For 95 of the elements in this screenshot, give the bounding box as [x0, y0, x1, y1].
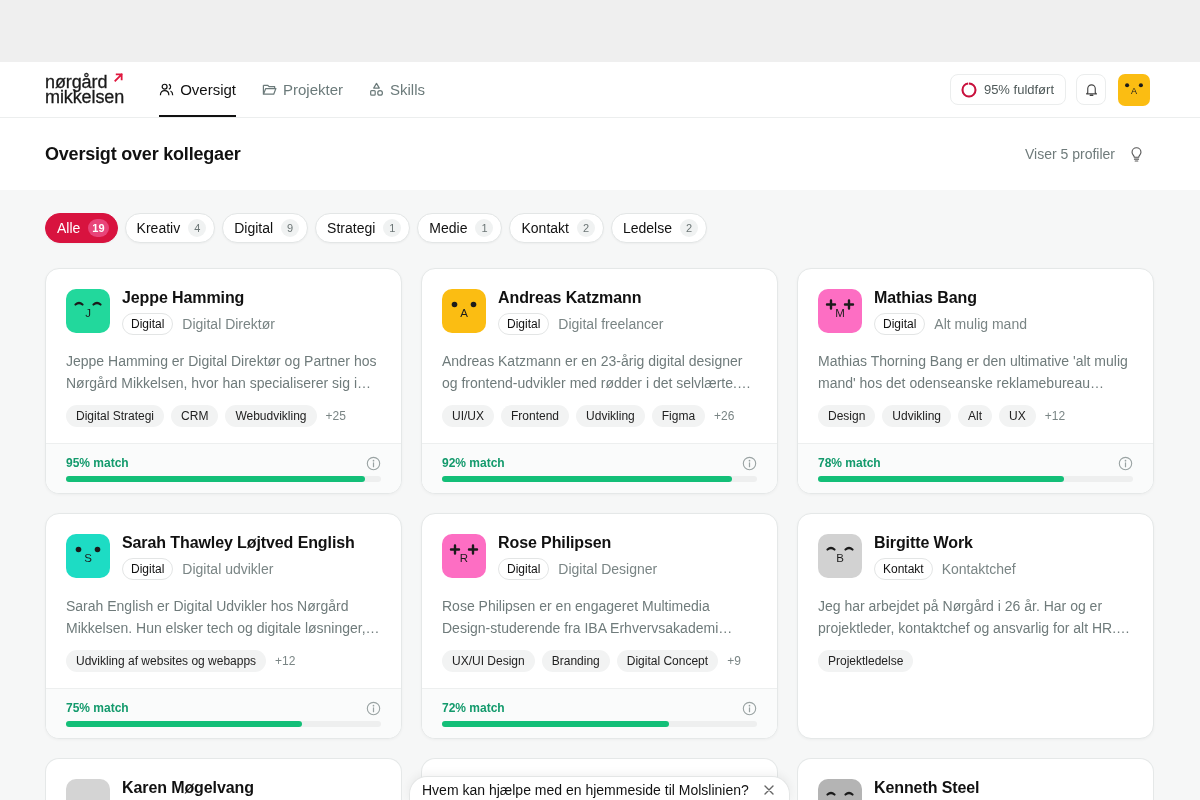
match-score: 75% match — [66, 701, 129, 715]
role-text: Digital udvikler — [182, 561, 274, 577]
profile-card[interactable]: R Rose Philipsen Digital Digital Designer Rose Philipsen er en engageret Multimedia Design-studerende fra IBA Erhvervsakademi… UX/UI Design Branding Digital Concept +9 72% match — [421, 513, 778, 739]
count-badge: 2 — [680, 219, 698, 237]
close-icon — [764, 785, 774, 795]
more-count: +12 — [275, 654, 296, 668]
arrow-icon — [114, 73, 124, 82]
bell-icon — [1083, 82, 1099, 97]
profile-bio: Mathias Thorning Bang er den ultimative 'alt mulig mand' hos det odenseanske reklamebureau… — [818, 352, 1129, 393]
match-score: 92% match — [442, 456, 505, 470]
profile-name: Rose Philipsen — [498, 534, 613, 552]
avatar: B — [818, 534, 862, 578]
role-text: Alt mulig mand — [934, 316, 1027, 332]
info-icon[interactable] — [366, 700, 381, 716]
filter-chip[interactable]: Strategi 1 — [315, 213, 411, 243]
avatar: S — [66, 534, 110, 578]
profile-name: Kenneth Steel — [874, 779, 980, 797]
role-text: Digital Direktør — [182, 316, 275, 332]
profile-name: Birgitte Work — [874, 534, 974, 552]
skill-tag: Digital Strategi — [66, 405, 165, 427]
notifications-button[interactable] — [1076, 74, 1106, 105]
profile-name: Sarah Thawley Løjtved English — [122, 534, 355, 552]
profile-bio: Andreas Katzmann er en 23-årig digital designer og frontend-udvikler med rødder i det selvlærte.… — [442, 352, 752, 393]
more-count: +25 — [325, 409, 346, 423]
avatar: M — [818, 289, 862, 333]
profile-name: Jeppe Hamming — [122, 289, 246, 307]
skill-tag: Alt — [958, 405, 993, 427]
profile-name: Andreas Katzmann — [498, 289, 643, 307]
profile-count: Viser 5 profiler — [1025, 146, 1115, 162]
filter-chip[interactable]: Alle 19 — [45, 213, 118, 243]
skill-tag: Webudvikling — [225, 405, 317, 427]
match-score: 95% match — [66, 456, 129, 470]
profile-card[interactable]: B Birgitte Work Kontakt Kontaktchef Jeg har arbejdet på Nørgård i 26 år. Har og er projektleder, kontaktchef og ansvarlig for alt HR.… Projektledelse — [797, 513, 1154, 739]
skill-tag: Design — [818, 405, 876, 427]
avatar: A — [442, 289, 486, 333]
match-score: 78% match — [818, 456, 881, 470]
skill-tag: Udvikling — [882, 405, 952, 427]
skill-tag: UX/UI Design — [442, 650, 535, 672]
skill-tag: Udvikling — [576, 405, 645, 427]
count-badge: 1 — [383, 219, 402, 237]
profile-bio: Sarah English er Digital Udvikler hos Nørgård Mikkelsen. Hun elsker tech og digitale løsninger,… — [66, 597, 381, 638]
filter-chip[interactable]: Digital 9 — [222, 213, 309, 243]
folder-icon — [262, 82, 277, 97]
profile-bio: Jeppe Hamming er Digital Direktør og Partner hos Nørgård Mikkelsen, hvor han specialiserer sig i… — [66, 352, 378, 393]
skill-tag: UX — [999, 405, 1036, 427]
count-badge: 19 — [88, 219, 109, 237]
profile-bio: Rose Philipsen er en engageret Multimedia Design-studerende fra IBA Erhvervsakademi… — [442, 597, 734, 638]
lightbulb-icon[interactable] — [1130, 146, 1143, 162]
info-icon[interactable] — [742, 455, 757, 471]
avatar: R — [442, 534, 486, 578]
skill-tag: Figma — [651, 405, 706, 427]
count-badge: 2 — [576, 219, 595, 237]
profile-card[interactable]: S Sarah Thawley Løjtved English Digital Digital udvikler Sarah English er Digital Udvikler hos Nørgård Mikkelsen. Hun elsker tech og digitale løsninger,… Udvikling af websites og webapps +12 75% match — [45, 513, 402, 739]
skill-tag: Branding — [541, 650, 610, 672]
logo[interactable]: nørgård mikkelsen — [45, 75, 125, 104]
match-score: 72% match — [442, 701, 505, 715]
filter-chip[interactable]: Kontakt 2 — [509, 213, 604, 243]
filter-chip[interactable]: Medie 1 — [417, 213, 503, 243]
page-title: Oversigt over kollegaer — [45, 143, 241, 165]
more-count: +9 — [727, 654, 741, 668]
shapes-icon — [369, 82, 384, 97]
skill-tag: CRM — [171, 405, 219, 427]
more-count: +12 — [1044, 409, 1066, 423]
profile-card[interactable]: Karen Møgelvang — [45, 758, 402, 800]
avatar[interactable]: A — [1118, 73, 1150, 106]
skill-tag: Digital Concept — [616, 650, 719, 672]
profile-bio: Jeg har arbejdet på Nørgård i 26 år. Har og er projektleder, kontaktchef og ansvarlig for alt HR.… — [818, 597, 1132, 638]
profile-card[interactable]: A Andreas Katzmann Digital Digital freelancer Andreas Katzmann er en 23-årig digital designer og frontend-udvikler med rødder i det selvlærte.… UI/UX Frontend Udvikling Figma +26 92% match — [421, 268, 778, 494]
info-icon[interactable] — [742, 700, 757, 716]
people-icon — [159, 82, 175, 97]
profile-card[interactable]: Kenneth Steel — [797, 758, 1154, 800]
info-icon[interactable] — [1118, 455, 1133, 471]
completion-button[interactable]: 95% fuldført — [949, 74, 1066, 105]
role-text: Kontaktchef — [941, 561, 1016, 577]
count-badge: 4 — [188, 219, 207, 237]
role-text: Digital freelancer — [558, 316, 664, 332]
skill-tag: Frontend — [501, 405, 570, 427]
profile-name: Mathias Bang — [874, 289, 978, 307]
skill-tag: UI/UX — [442, 405, 494, 427]
filter-chip[interactable]: Ledelse 2 — [610, 213, 707, 243]
count-badge: 9 — [281, 219, 300, 237]
profile-name: Karen Møgelvang — [122, 779, 254, 797]
skill-tag: Projektledelse — [818, 650, 914, 672]
filter-chip[interactable]: Kreativ 4 — [124, 213, 216, 243]
role-text: Digital Designer — [558, 561, 658, 577]
profile-card[interactable]: M Mathias Bang Digital Alt mulig mand Mathias Thorning Bang er den ultimative 'alt mulig mand' hos det odenseanske reklamebureau… Design Udvikling Alt UX +12 78% match — [797, 268, 1154, 494]
profile-card[interactable]: J Jeppe Hamming Digital Digital Direktør Jeppe Hamming er Digital Direktør og Partner hos Nørgård Mikkelsen, hvor han specialiserer sig i… Digital Strategi CRM Webudvikling +25 95% match — [45, 268, 402, 494]
more-count: +26 — [714, 409, 735, 423]
suggestion-text[interactable]: Hvem kan hjælpe med en hjemmeside til Molslinien? — [422, 781, 749, 799]
count-badge: 1 — [475, 219, 494, 237]
nav-tab[interactable]: Skills — [369, 62, 426, 117]
skill-tag: Udvikling af websites og webapps — [66, 650, 267, 672]
avatar: J — [66, 289, 110, 333]
nav-tab[interactable]: Projekter — [262, 62, 343, 117]
info-icon[interactable] — [366, 455, 381, 471]
